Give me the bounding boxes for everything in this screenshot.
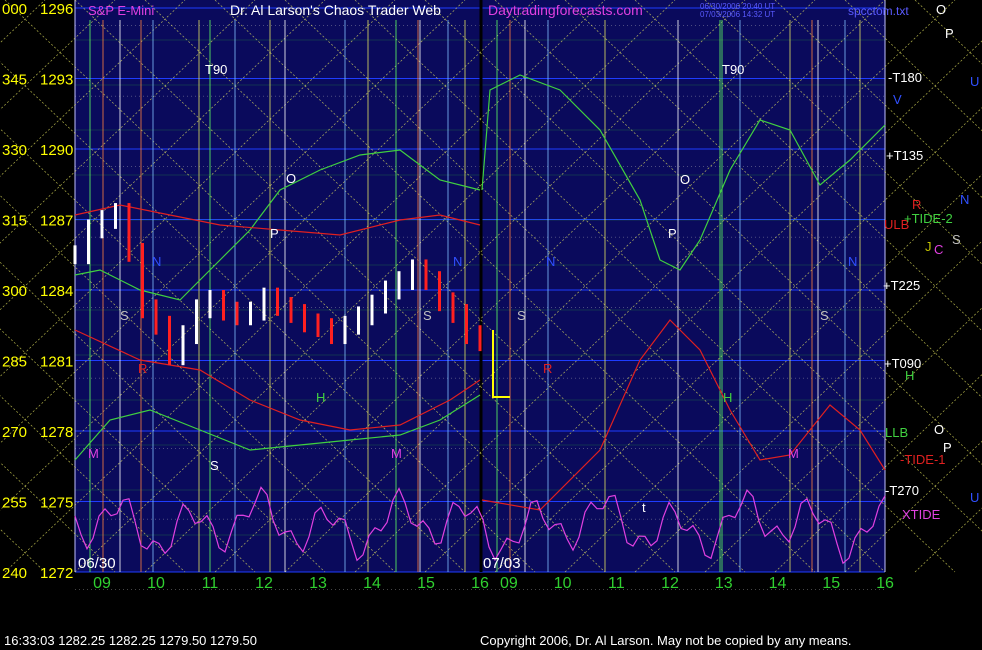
right-label: V: [893, 92, 902, 107]
price-tick-label: 1275: [40, 495, 73, 512]
right-label: +T090: [884, 356, 921, 371]
chart-letter-mark: H: [316, 390, 325, 405]
right-label: -T270: [885, 483, 919, 498]
x-tick-label: 10: [147, 575, 165, 592]
price-tick-label: 1278: [40, 424, 73, 441]
price-tick-label: 1287: [40, 213, 73, 230]
chaos-trader-chart: T90 T90OPN N N NS S S SH HM M MR ROPtS 000 1296345 12…: [0, 0, 982, 650]
chart-letter-mark: T90: [722, 62, 744, 77]
session-date-label: 07/03: [483, 555, 521, 572]
chart-letter-mark: M: [788, 446, 799, 461]
right-label: R: [912, 197, 921, 212]
chart-letter-mark: S: [820, 308, 829, 323]
chart-letter-mark: M: [391, 446, 402, 461]
x-tick-label: 09: [93, 575, 111, 592]
angle-tick-label: 330: [2, 142, 27, 159]
right-label: S: [952, 232, 961, 247]
right-label: U: [970, 74, 979, 89]
angle-tick-label: 255: [2, 495, 27, 512]
timestamp-line-2: 07/03/2006 14:32 UT: [700, 10, 775, 19]
price-tick-label: 1272: [40, 565, 73, 582]
price-tick-label: 1281: [40, 354, 73, 371]
price-tick-label: 1290: [40, 142, 73, 159]
angle-tick-label: 240: [2, 565, 27, 582]
product-label: S&P E-Mini: [88, 3, 154, 18]
angle-tick-label: 345: [2, 72, 27, 89]
angle-tick-label: 270: [2, 424, 27, 441]
right-label: +T225: [883, 278, 920, 293]
chart-letter-mark: H: [723, 390, 732, 405]
right-label: +T135: [886, 148, 923, 163]
right-label: O: [934, 422, 944, 437]
chart-letter-mark: N: [453, 254, 462, 269]
right-label: C: [934, 242, 943, 257]
chart-letter-mark: N: [152, 254, 161, 269]
file-name: spcctom.txt: [848, 4, 909, 18]
chart-letter-mark: S: [120, 308, 129, 323]
right-label: N: [960, 192, 969, 207]
angle-tick-label: 300: [2, 283, 27, 300]
x-tick-label: 14: [363, 575, 381, 592]
x-tick-label: 15: [417, 575, 435, 592]
chart-letter-mark: T90: [205, 62, 227, 77]
x-tick-label: 16: [876, 575, 894, 592]
right-label: P: [945, 26, 954, 41]
chart-letter-mark: t: [642, 500, 646, 515]
right-label: +TIDE-2: [904, 211, 953, 226]
right-label: -T180: [888, 70, 922, 85]
right-label: XTIDE: [902, 507, 941, 522]
right-label: -TIDE-1: [900, 452, 946, 467]
x-tick-label: 12: [255, 575, 273, 592]
chart-letter-mark: S: [210, 458, 219, 473]
price-tick-label: 1296: [40, 1, 73, 18]
right-label: LLB: [885, 425, 908, 440]
chart-letter-mark: R: [138, 361, 147, 376]
chart-letter-mark: P: [668, 226, 677, 241]
chart-letter-mark: M: [88, 446, 99, 461]
angle-tick-label: 315: [2, 213, 27, 230]
right-label: J: [925, 239, 932, 254]
x-tick-label: 09: [500, 575, 518, 592]
right-label: O: [936, 2, 946, 17]
chart-letter-mark: P: [270, 226, 279, 241]
price-tick-label: 1284: [40, 283, 73, 300]
right-label: U: [970, 490, 979, 505]
price-tick-label: 1293: [40, 72, 73, 89]
x-tick-label: 16: [471, 575, 489, 592]
x-tick-label: 10: [554, 575, 572, 592]
chart-letter-mark: N: [546, 254, 555, 269]
x-tick-label: 15: [822, 575, 840, 592]
x-tick-label: 12: [661, 575, 679, 592]
chart-letter-mark: S: [517, 308, 526, 323]
quote-status: 16:33:03 1282.25 1282.25 1279.50 1279.50: [4, 633, 258, 648]
angle-tick-label: 000: [2, 1, 27, 18]
x-tick-label: 14: [769, 575, 787, 592]
x-tick-label: 11: [608, 575, 625, 592]
copyright-text: Copyright 2006, Dr. Al Larson. May not b…: [480, 633, 852, 648]
page-title: Dr. Al Larson's Chaos Trader Web: [230, 2, 441, 18]
chart-letter-mark: S: [423, 308, 432, 323]
site-link[interactable]: Daytradingforecasts.com: [488, 2, 643, 18]
chart-letter-mark: N: [848, 254, 857, 269]
chart-letter-mark: O: [286, 171, 296, 186]
chart-letter-mark: R: [543, 361, 552, 376]
right-label: H: [905, 368, 914, 383]
angle-tick-label: 285: [2, 354, 27, 371]
x-tick-label: 13: [715, 575, 733, 592]
x-tick-label: 11: [202, 575, 219, 592]
session-date-label: 06/30: [78, 555, 116, 572]
x-tick-label: 13: [309, 575, 327, 592]
chart-letter-mark: O: [680, 172, 690, 187]
